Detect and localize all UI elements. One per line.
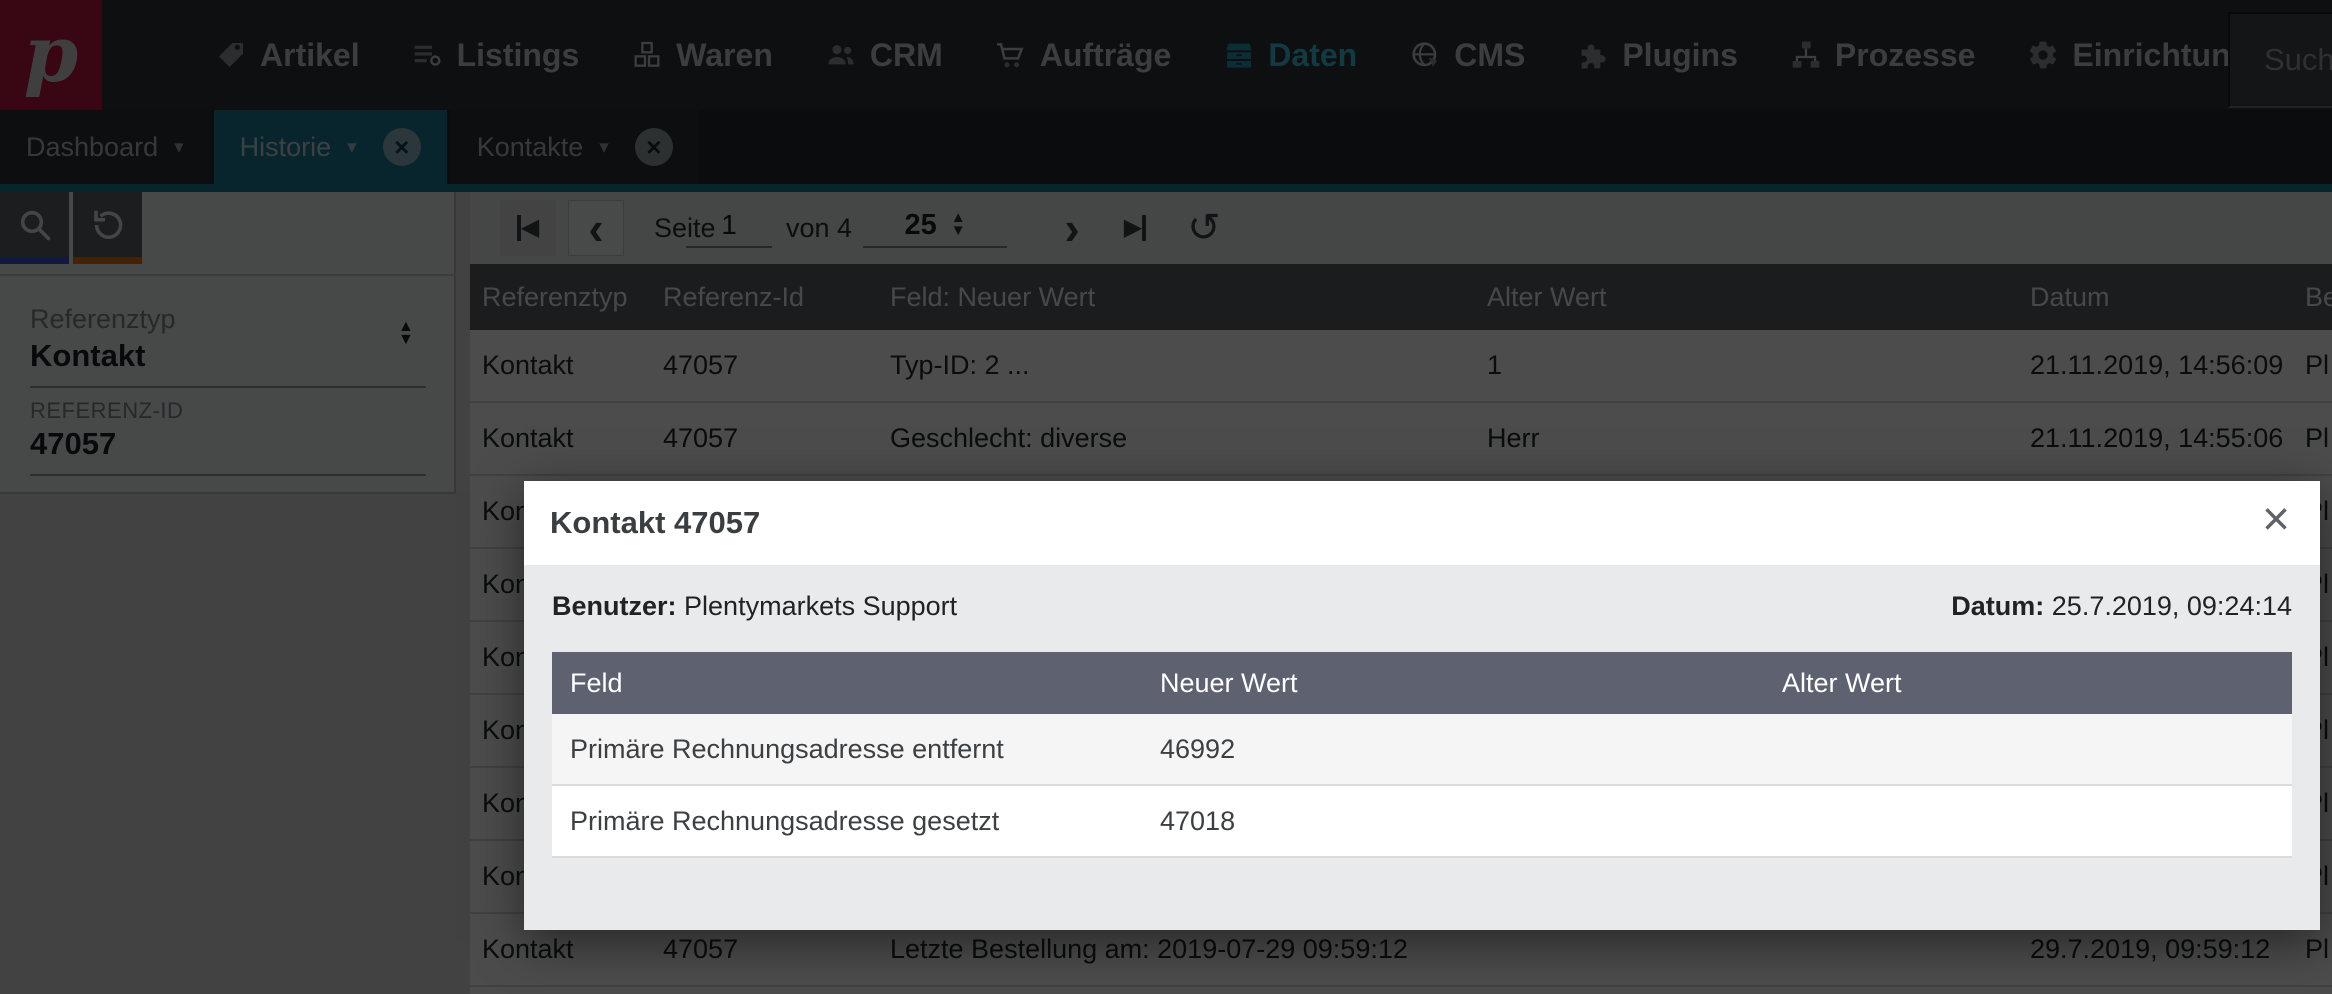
- cell-feld: Primäre Rechnungsadresse gesetzt: [570, 805, 1000, 836]
- date-label: Datum:: [1951, 591, 2045, 621]
- dialog-table-body: Primäre Rechnungsadresse entfernt 46992 …: [552, 714, 2292, 858]
- dialog-date: Datum: 25.7.2019, 09:24:14: [1951, 591, 2292, 622]
- close-icon[interactable]: ×: [2262, 491, 2290, 549]
- user-value: Plentymarkets Support: [684, 591, 958, 621]
- dialog-change-table: Feld Neuer Wert Alter Wert Primäre Rechn…: [552, 652, 2292, 858]
- column-header-alter-wert: Alter Wert: [1782, 667, 1902, 698]
- dialog-table-header: Feld Neuer Wert Alter Wert: [552, 652, 2292, 714]
- date-value: 25.7.2019, 09:24:14: [2051, 591, 2292, 621]
- column-header-neuer-wert: Neuer Wert: [1160, 667, 1298, 698]
- dialog-table-row[interactable]: Primäre Rechnungsadresse entfernt 46992: [552, 714, 2292, 786]
- app-window: p Artikel Listings Waren CRM Aufträge: [0, 0, 2332, 994]
- column-header-feld: Feld: [570, 667, 623, 698]
- user-label: Benutzer:: [552, 591, 677, 621]
- dialog-title: Kontakt 47057: [550, 505, 761, 540]
- dialog-header: Kontakt 47057 ×: [524, 481, 2320, 565]
- dialog-table-row[interactable]: Primäre Rechnungsadresse gesetzt 47018: [552, 786, 2292, 858]
- cell-neuer-wert: 46992: [1160, 733, 1236, 764]
- history-detail-dialog: Kontakt 47057 × Benutzer: Plentymarkets …: [524, 481, 2320, 930]
- cell-feld: Primäre Rechnungsadresse entfernt: [570, 733, 1004, 764]
- dialog-user: Benutzer: Plentymarkets Support: [552, 591, 957, 622]
- dialog-body: Benutzer: Plentymarkets Support Datum: 2…: [524, 565, 2320, 930]
- cell-neuer-wert: 47018: [1160, 805, 1236, 836]
